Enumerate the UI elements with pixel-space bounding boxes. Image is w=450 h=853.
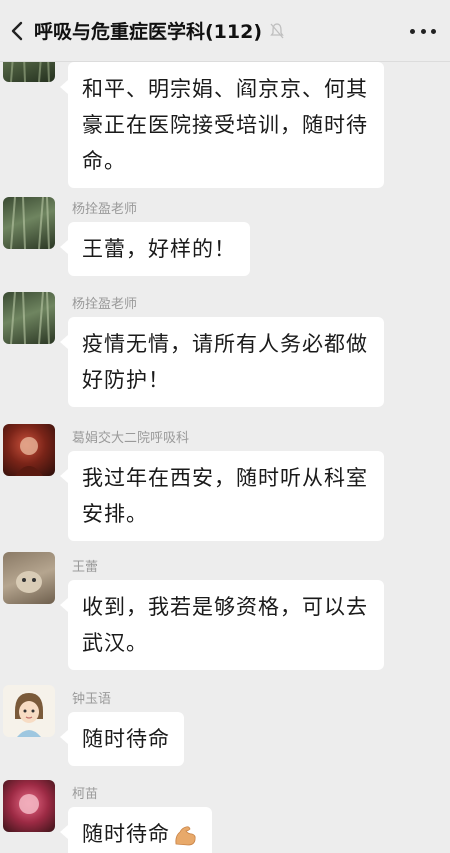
message-text: 和平、明宗娟、阎京京、何其豪正在医院接受培训，随时待命。 [82, 77, 368, 173]
more-options-button[interactable] [410, 19, 436, 43]
message-bubble[interactable]: 王蕾，好样的！ [60, 222, 250, 276]
message-bubble[interactable]: 随时待命 [60, 712, 184, 766]
forest-avatar[interactable] [3, 292, 55, 344]
sender-name: 柯苗 [72, 787, 99, 802]
animal-avatar[interactable] [3, 552, 55, 604]
pink-avatar[interactable] [3, 780, 55, 832]
message-text: 王蕾，好样的！ [82, 237, 236, 261]
message-text: 随时待命 [82, 727, 170, 751]
title-bar: 呼吸与危重症医学科(112) [0, 0, 450, 62]
chevron-left-icon [11, 21, 23, 40]
message-bubble[interactable]: 疫情无情，请所有人务必都做好防护！ [60, 317, 384, 407]
more-dots-icon [410, 28, 415, 34]
message-text: 我过年在西安，随时听从科室安排。 [82, 466, 368, 526]
message-text: 随时待命 [82, 822, 170, 846]
cartoon-girl-avatar[interactable] [3, 685, 55, 737]
forest-avatar[interactable] [3, 62, 55, 82]
message-list[interactable]: 和平、明宗娟、阎京京、何其豪正在医院接受培训，随时待命。 杨拴盈老师 王蕾，好样… [0, 62, 450, 853]
sender-name: 杨拴盈老师 [72, 297, 138, 312]
message-bubble[interactable]: 和平、明宗娟、阎京京、何其豪正在医院接受培训，随时待命。 [60, 62, 384, 188]
sender-name: 葛娟交大二院呼吸科 [72, 431, 190, 446]
sender-name: 王蕾 [72, 560, 99, 575]
forest-avatar[interactable] [3, 197, 55, 249]
message-bubble[interactable]: 随时待命 [60, 807, 212, 853]
message-text: 疫情无情，请所有人务必都做好防护！ [82, 332, 368, 392]
message-bubble[interactable]: 收到，我若是够资格，可以去武汉。 [60, 580, 384, 670]
chat-title: 呼吸与危重症医学科(112) [34, 21, 263, 43]
sender-name: 钟玉语 [72, 692, 112, 707]
sender-name: 杨拴盈老师 [72, 202, 138, 217]
flexed-biceps-icon [175, 826, 196, 846]
message-bubble[interactable]: 我过年在西安，随时听从科室安排。 [60, 451, 384, 541]
message-text: 收到，我若是够资格，可以去武汉。 [82, 595, 368, 655]
back-button[interactable] [0, 0, 34, 62]
red-avatar[interactable] [3, 424, 55, 476]
mute-bell-icon [270, 22, 284, 38]
